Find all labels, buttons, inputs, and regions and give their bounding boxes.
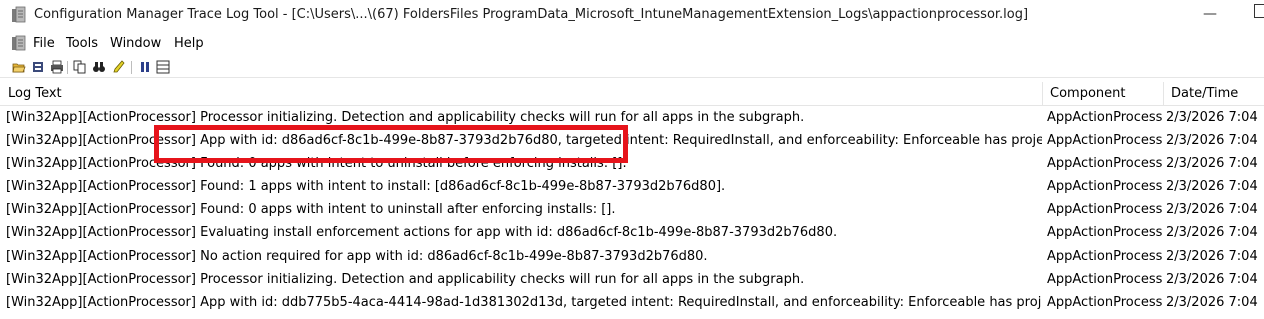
table-row[interactable]: [Win32App][ActionProcessor] App with id:… [0,292,1264,315]
menu-file[interactable]: File [33,36,55,51]
column-header-log-text[interactable]: Log Text [8,86,62,101]
table-row[interactable]: [Win32App][ActionProcessor] No action re… [0,246,1264,269]
component-cell: AppActionProcess [1047,225,1163,241]
datetime-cell: 2/3/2026 7:04 [1166,225,1258,241]
column-header: Log Text Component Date/Time [0,82,1264,106]
print-preview-icon[interactable] [31,60,45,74]
columns-icon[interactable] [156,60,170,74]
datetime-cell: 2/3/2026 7:04 [1166,271,1258,287]
log-text-cell: [Win32App][ActionProcessor] No action re… [6,248,708,264]
log-text-cell: [Win32App][ActionProcessor] Processor in… [6,110,805,125]
column-divider[interactable] [1042,82,1043,106]
table-row[interactable]: [Win32App][ActionProcessor] Evaluating i… [0,222,1264,245]
table-row[interactable]: [Win32App][ActionProcessor] Found: 1 app… [0,176,1264,199]
datetime-cell: 2/3/2026 7:04 [1166,110,1258,125]
log-text-cell: [Win32App][ActionProcessor] Evaluating i… [6,225,838,241]
pause-icon[interactable] [138,60,152,74]
maximize-button[interactable] [1254,4,1264,18]
menu-bar: File Tools Window Help [0,33,1264,55]
open-icon[interactable] [12,60,26,74]
column-header-component[interactable]: Component [1050,86,1125,101]
menu-window[interactable]: Window [110,36,161,51]
toolbar-divider [67,61,68,74]
component-cell: AppActionProcess [1047,202,1163,218]
title-bar: Configuration Manager Trace Log Tool - [… [0,0,1264,32]
log-text-cell: [Win32App][ActionProcessor] Found: 0 app… [6,202,616,218]
column-divider[interactable] [1163,82,1164,106]
window-title: Configuration Manager Trace Log Tool - [… [34,7,1029,22]
component-cell: AppActionProcess [1047,110,1163,125]
find-icon[interactable] [92,60,106,74]
datetime-cell: 2/3/2026 7:04 [1166,248,1258,264]
datetime-cell: 2/3/2026 7:04 [1166,133,1258,149]
component-cell: AppActionProcess [1047,133,1163,149]
datetime-cell: 2/3/2026 7:04 [1166,156,1258,172]
document-menu-icon[interactable] [11,35,27,52]
copy-icon[interactable] [73,60,87,74]
annotation-highlight-box [154,125,628,163]
datetime-cell: 2/3/2026 7:04 [1166,179,1258,195]
datetime-cell: 2/3/2026 7:04 [1166,202,1258,218]
component-cell: AppActionProcess [1047,179,1163,195]
datetime-cell: 2/3/2026 7:04 [1166,294,1258,310]
log-text-cell: [Win32App][ActionProcessor] Found: 1 app… [6,179,726,195]
table-row[interactable]: [Win32App][ActionProcessor] Processor in… [0,269,1264,292]
component-cell: AppActionProcess [1047,248,1163,264]
log-text-cell: [Win32App][ActionProcessor] App with id:… [6,294,1042,310]
component-cell: AppActionProcess [1047,294,1163,310]
component-cell: AppActionProcess [1047,156,1163,172]
app-icon [12,6,26,23]
table-row[interactable]: [Win32App][ActionProcessor] Found: 0 app… [0,199,1264,222]
print-icon[interactable] [50,60,64,74]
column-header-datetime[interactable]: Date/Time [1171,86,1238,101]
menu-help[interactable]: Help [174,36,204,51]
log-text-cell: [Win32App][ActionProcessor] Processor in… [6,271,805,287]
minimize-button[interactable]: — [1198,2,1222,26]
toolbar [0,58,1264,78]
toolbar-divider [131,61,132,74]
highlight-icon[interactable] [112,60,126,74]
component-cell: AppActionProcess [1047,271,1163,287]
menu-tools[interactable]: Tools [66,36,98,51]
